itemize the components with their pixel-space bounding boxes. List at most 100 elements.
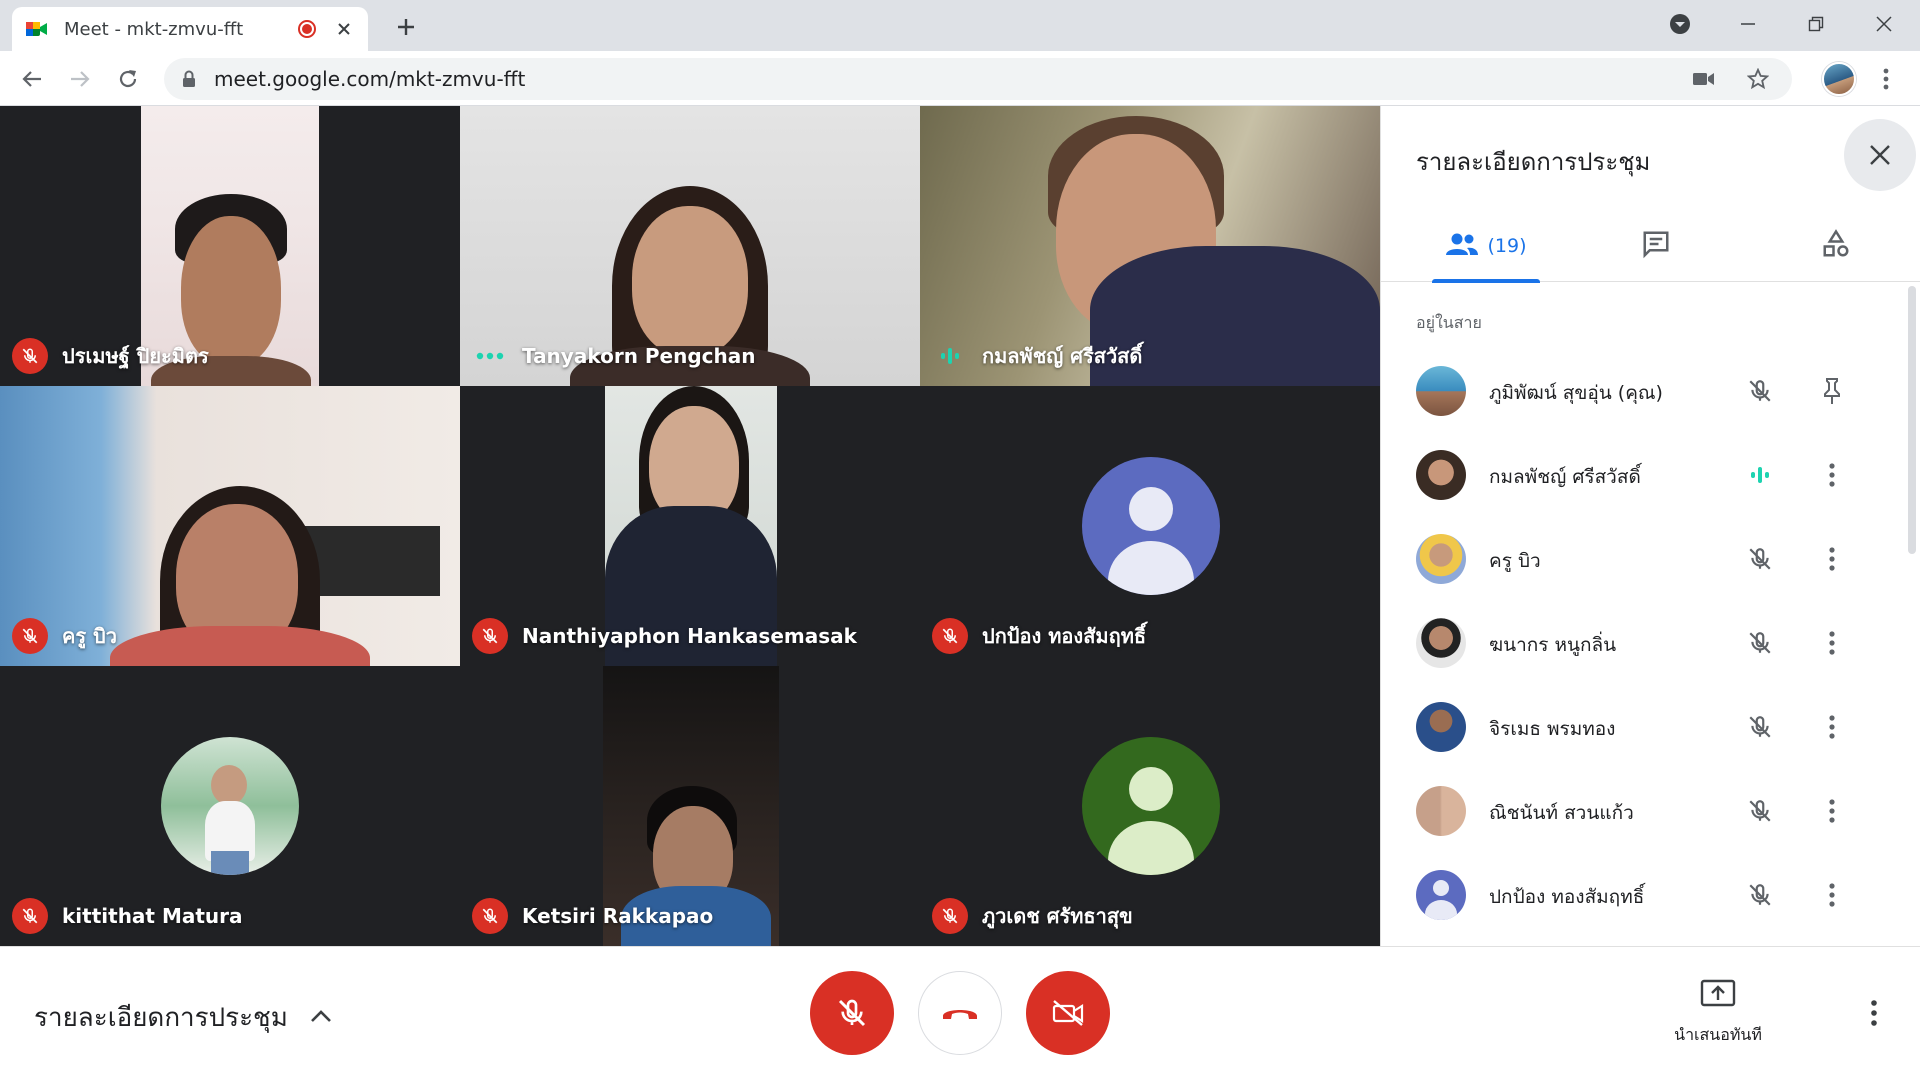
close-icon [1870, 145, 1890, 165]
participant-row[interactable]: ณิชนันท์ สวนแก้ว [1381, 769, 1901, 853]
browser-tab-meet[interactable]: Meet - mkt-zmvu-fft [12, 7, 368, 51]
avatar [1416, 366, 1466, 416]
lock-icon [182, 70, 198, 88]
chevron-up-icon [310, 1008, 332, 1027]
panel-tabs: (19) [1381, 210, 1920, 283]
participant-name: กมลพัชญ์ ศรีสวัสดิ์ [982, 344, 1143, 368]
participant-list-scrollbar[interactable] [1908, 286, 1916, 554]
mic-off-icon [12, 618, 48, 654]
window-close-icon[interactable] [1866, 9, 1902, 39]
video-tile[interactable]: ครู บิว [0, 386, 460, 666]
more-options-icon[interactable] [1816, 459, 1848, 491]
participant-row[interactable]: กมลพัชญ์ ศรีสวัสดิ์ [1381, 433, 1901, 517]
browser-menu-icon[interactable] [1870, 63, 1902, 95]
toggle-camera-button[interactable] [1026, 971, 1110, 1055]
video-tile[interactable]: กมลพัชญ์ ศรีสวัสดิ์ [920, 106, 1380, 386]
active-tab-indicator [1432, 279, 1540, 283]
participant-name: kittithat Matura [62, 904, 243, 928]
avatar [1416, 450, 1466, 500]
default-avatar-icon [1082, 457, 1220, 595]
tile-label: kittithat Matura [12, 898, 243, 934]
participant-row[interactable]: จิรเมธ พรมทอง [1381, 685, 1901, 769]
video-tile[interactable]: ภูวเดช ศรัทธาสุข [920, 666, 1380, 946]
mic-off-icon [932, 618, 968, 654]
forward-arrow-icon[interactable] [64, 63, 96, 95]
participant-name: กมลพัชญ์ ศรีสวัสดิ์ [1489, 466, 1641, 488]
camera-in-use-icon[interactable] [1684, 59, 1724, 99]
recording-indicator-icon [298, 20, 316, 38]
present-now-button[interactable]: นำเสนอทันที [1656, 979, 1780, 1048]
meeting-details-panel: รายละเอียดการประชุม (19) อยู่ในสาย ภูมิพ [1380, 106, 1920, 946]
more-options-icon[interactable] [1816, 627, 1848, 659]
participant-name: ฆนากร หนูกลิ่น [1489, 634, 1617, 656]
mic-off-icon [1744, 543, 1776, 575]
pin-icon[interactable] [1816, 375, 1848, 407]
participant-name: Nanthiyaphon Hankasemasak [522, 624, 857, 648]
more-options-icon[interactable] [1816, 711, 1848, 743]
more-dots-icon [472, 338, 508, 374]
tab-title: Meet - mkt-zmvu-fft [64, 18, 244, 40]
tab-chat[interactable] [1626, 210, 1686, 282]
video-tile[interactable]: Ketsiri Rakkapao [460, 666, 920, 946]
video-tile[interactable]: kittithat Matura [0, 666, 460, 946]
tile-label: ครู บิว [12, 618, 117, 654]
bookmark-star-icon[interactable] [1738, 59, 1778, 99]
participant-row[interactable]: ปกป้อง ทองสัมฤทธิ์ [1381, 853, 1901, 937]
more-options-icon[interactable] [1816, 879, 1848, 911]
video-grid: ปรเมษฐ์ ปิยะมิตร Tanyakorn Pengchan กมลพ [0, 106, 1380, 946]
profile-avatar[interactable] [1822, 62, 1856, 96]
avatar [1416, 702, 1466, 752]
participant-name: ปกป้อง ทองสัมฤทธิ์ [1489, 886, 1645, 908]
tab-close-icon[interactable] [334, 19, 354, 39]
more-options-icon[interactable] [1816, 795, 1848, 827]
speaking-indicator-icon [1744, 459, 1776, 491]
participant-name: Tanyakorn Pengchan [522, 344, 756, 368]
more-options-icon[interactable] [1816, 543, 1848, 575]
back-arrow-icon[interactable] [16, 63, 48, 95]
mic-off-icon [1744, 711, 1776, 743]
tab-search-icon[interactable] [1662, 9, 1698, 39]
participant-row[interactable]: ภูมิพัฒน์ สุขอุ่น (คุณ) [1381, 349, 1901, 433]
present-screen-icon [1700, 979, 1736, 1013]
video-tile[interactable]: Nanthiyaphon Hankasemasak [460, 386, 920, 666]
mic-off-icon [472, 618, 508, 654]
browser-toolbar: meet.google.com/mkt-zmvu-fft [0, 51, 1920, 106]
video-tile[interactable]: Tanyakorn Pengchan [460, 106, 920, 386]
camera-off-icon [1052, 1000, 1084, 1026]
participant-name: จิรเมธ พรมทอง [1489, 718, 1616, 740]
participant-photo-avatar [161, 737, 299, 875]
participant-name: ภูวเดช ศรัทธาสุข [982, 904, 1133, 928]
reload-icon[interactable] [112, 63, 144, 95]
activities-shapes-icon [1821, 229, 1851, 263]
video-tile[interactable]: ปรเมษฐ์ ปิยะมิตร [0, 106, 460, 386]
browser-tabstrip: Meet - mkt-zmvu-fft [0, 0, 1920, 51]
tab-people[interactable]: (19) [1432, 210, 1540, 283]
minimize-icon[interactable] [1730, 9, 1766, 39]
avatar [1416, 618, 1466, 668]
participant-row[interactable]: ฆนากร หนูกลิ่น [1381, 601, 1901, 685]
participant-row[interactable]: ครู บิว [1381, 517, 1901, 601]
tile-label: ภูวเดช ศรัทธาสุข [932, 898, 1133, 934]
more-options-icon[interactable] [1858, 997, 1890, 1029]
tile-label: กมลพัชญ์ ศรีสวัสดิ์ [932, 338, 1142, 374]
default-avatar-icon [1416, 870, 1466, 920]
meeting-details-label: รายละเอียดการประชุม [34, 1003, 288, 1033]
participant-name: Ketsiri Rakkapao [522, 904, 714, 928]
leave-call-button[interactable] [918, 971, 1002, 1055]
participant-name: ปกป้อง ทองสัมฤทธิ์ [982, 624, 1147, 648]
address-bar[interactable]: meet.google.com/mkt-zmvu-fft [164, 58, 1792, 100]
toggle-mic-button[interactable] [810, 971, 894, 1055]
tile-label: ปรเมษฐ์ ปิยะมิตร [12, 338, 209, 374]
present-now-label: นำเสนอทันที [1674, 1025, 1762, 1044]
chat-icon [1641, 229, 1671, 263]
default-avatar-icon [1082, 737, 1220, 875]
url-text: meet.google.com/mkt-zmvu-fft [214, 67, 526, 91]
restore-icon[interactable] [1798, 9, 1834, 39]
video-tile[interactable]: ปกป้อง ทองสัมฤทธิ์ [920, 386, 1380, 666]
mic-off-icon [1744, 879, 1776, 911]
tab-activities[interactable] [1806, 210, 1866, 282]
meeting-details-button[interactable]: รายละเอียดการประชุม [34, 997, 332, 1038]
participant-name: ครู บิว [62, 624, 118, 648]
new-tab-plus-icon[interactable] [392, 13, 420, 41]
panel-close-button[interactable] [1844, 119, 1916, 191]
